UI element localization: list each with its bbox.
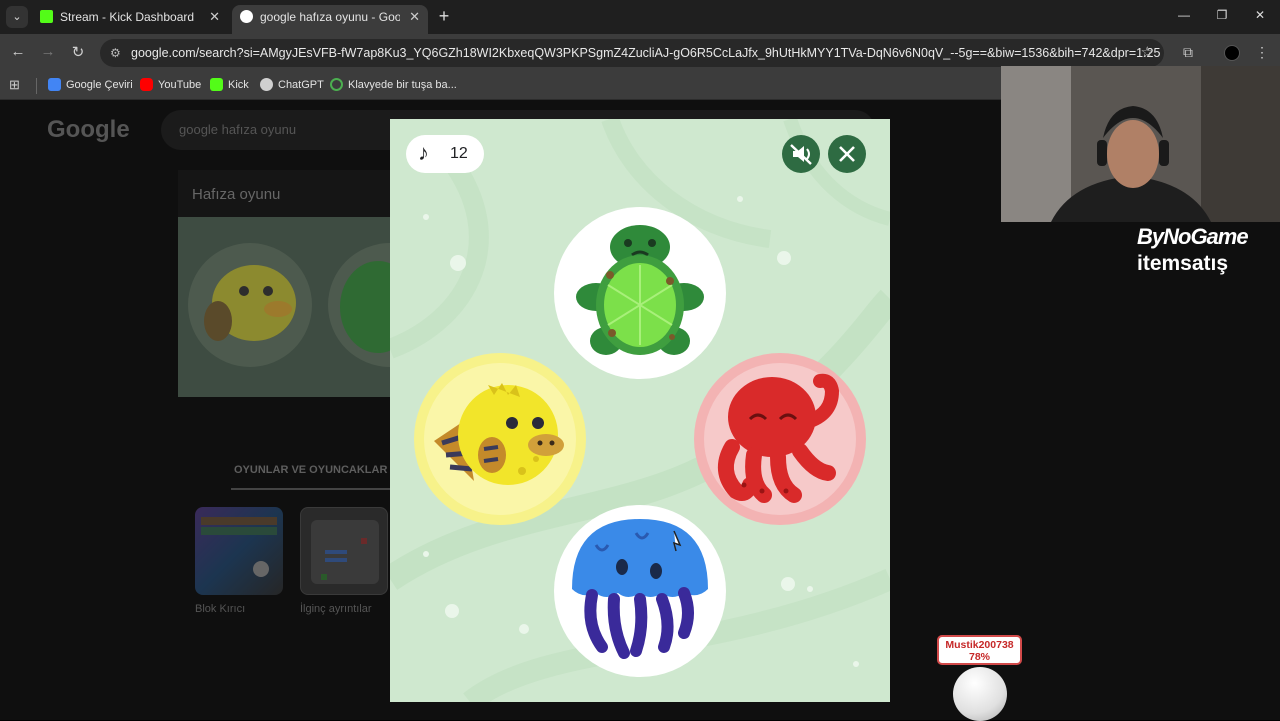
- mute-button[interactable]: [782, 135, 820, 173]
- chatgpt-icon: [260, 78, 273, 91]
- tab-search-button[interactable]: ⌄: [6, 6, 28, 28]
- window-close-icon[interactable]: ✕: [1250, 8, 1270, 22]
- bookmark-label: Klavyede bir tuşa ba...: [348, 79, 457, 91]
- google-logo[interactable]: Google: [47, 116, 130, 144]
- translate-icon: [48, 78, 61, 91]
- itemsatis-logo: itemsatış: [1137, 252, 1229, 275]
- back-icon[interactable]: ←: [8, 43, 28, 60]
- bookmark-label: YouTube: [158, 79, 202, 91]
- block-breaker-thumbnail: [201, 517, 277, 577]
- forward-icon[interactable]: →: [38, 43, 58, 60]
- tab-kick-dashboard[interactable]: Stream - Kick Dashboard ✕: [32, 5, 228, 34]
- menu-dots-icon[interactable]: ⋮: [1252, 44, 1272, 61]
- bookmark-google-translate[interactable]: Google Çeviri: [48, 77, 133, 93]
- bookmark-youtube[interactable]: YouTube: [140, 77, 201, 93]
- tile-interesting-details[interactable]: [300, 507, 388, 595]
- bookmark-label: Kick: [228, 79, 249, 91]
- game-preview[interactable]: [178, 217, 390, 397]
- donation-progress: 78%: [968, 651, 990, 663]
- star-icon[interactable]: ☆: [1141, 39, 1154, 67]
- close-icon: [839, 146, 855, 162]
- url-text: google.com/search?si=AMgyJEsVFB-fW7ap8Ku…: [131, 46, 1161, 60]
- pufferfish-card[interactable]: [412, 351, 588, 527]
- tile-label: Blok Kırıcı: [195, 603, 246, 615]
- memory-game-modal: ♪ 12: [390, 119, 890, 702]
- preview-creatures-image: [178, 217, 390, 397]
- close-icon[interactable]: ✕: [209, 5, 220, 29]
- donation-alert: Mustik200738 78%: [937, 635, 1022, 665]
- score-value: 12: [450, 145, 468, 162]
- extensions-icon[interactable]: ⧉: [1178, 44, 1198, 61]
- webcam-feed: [1001, 66, 1280, 222]
- divider: [36, 78, 37, 94]
- kick-icon: [40, 10, 53, 23]
- octopus-card[interactable]: [692, 351, 868, 527]
- donor-name: Mustik200738: [945, 639, 1014, 651]
- jellyfish-card[interactable]: [552, 503, 728, 679]
- tab-google-search[interactable]: google hafıza oyunu - Google'da Ara ✕: [232, 5, 428, 34]
- apps-grid-icon[interactable]: ⊞: [9, 78, 23, 92]
- close-icon[interactable]: ✕: [409, 5, 420, 29]
- new-tab-button[interactable]: +: [434, 6, 454, 26]
- bookmark-keyboard[interactable]: Klavyede bir tuşa ba...: [330, 77, 457, 93]
- tab-title: Stream - Kick Dashboard: [60, 10, 195, 24]
- reload-icon[interactable]: ↻: [68, 43, 88, 61]
- minimize-icon[interactable]: —: [1174, 8, 1194, 22]
- restore-icon[interactable]: ❐: [1212, 8, 1232, 22]
- bookmark-label: Google Çeviri: [66, 79, 133, 91]
- youtube-icon: [140, 78, 153, 91]
- trivia-thumbnail: [311, 520, 379, 584]
- tab-strip: ⌄ Stream - Kick Dashboard ✕ google hafız…: [0, 0, 1280, 34]
- chevron-down-icon: ⌄: [12, 11, 22, 23]
- bookmark-label: ChatGPT: [278, 79, 324, 91]
- volume-off-icon: [790, 144, 812, 165]
- site-info-icon[interactable]: ⚙: [110, 39, 121, 67]
- tile-block-breaker[interactable]: [195, 507, 283, 595]
- memory-game-header: Hafıza oyunu: [178, 170, 390, 220]
- power-icon: [330, 78, 343, 91]
- sponsor-banner: ByNoGame itemsatış: [1133, 222, 1280, 280]
- tab-games-and-toys[interactable]: OYUNLAR VE OYUNCAKLAR: [234, 464, 387, 476]
- tile-label: İlginç ayrıntılar: [300, 603, 372, 615]
- kick-icon: [210, 78, 223, 91]
- webcam-image: [1001, 66, 1280, 222]
- google-icon: [240, 10, 253, 23]
- bookmark-chatgpt[interactable]: ChatGPT: [260, 77, 324, 93]
- score-counter: ♪ 12: [406, 135, 484, 173]
- tab-title: google hafıza oyunu - Google'da Ara: [260, 10, 400, 24]
- address-bar[interactable]: ⚙ google.com/search?si=AMgyJEsVFB-fW7ap8…: [100, 39, 1164, 67]
- bynogame-logo: ByNoGame: [1137, 224, 1249, 249]
- avatar[interactable]: [1224, 45, 1240, 61]
- music-note-icon: ♪: [418, 140, 429, 165]
- close-game-button[interactable]: [828, 135, 866, 173]
- section-title: Hafıza oyunu: [192, 186, 281, 203]
- tab-underline: [231, 488, 391, 490]
- donation-orb: [953, 667, 1007, 721]
- bookmark-kick[interactable]: Kick: [210, 77, 249, 93]
